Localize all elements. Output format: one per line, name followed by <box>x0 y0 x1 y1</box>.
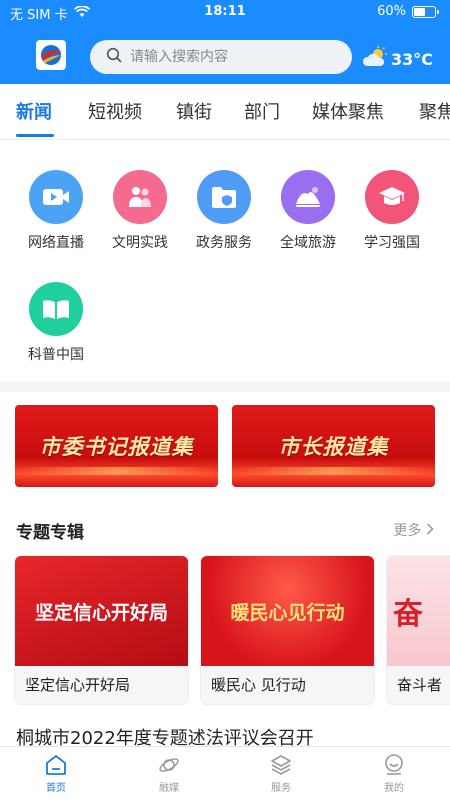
album-caption: 奋斗者 <box>387 666 450 704</box>
service-civilization[interactable]: 文明实践 <box>99 170 181 252</box>
tab-towns[interactable]: 镇街 <box>176 98 212 124</box>
mountain-icon <box>281 170 335 224</box>
banner-title: 市委书记报道集 <box>39 435 194 459</box>
service-live-stream[interactable]: 网络直播 <box>15 170 97 252</box>
service-tourism[interactable]: 全域旅游 <box>267 170 349 252</box>
nav-services[interactable]: 服务 <box>251 753 311 794</box>
service-label: 全域旅游 <box>280 235 336 251</box>
more-label: 更多 <box>393 523 422 539</box>
app-header: 33°C <box>0 26 450 84</box>
album-card[interactable]: 坚定信心开好局 坚定信心开好局 <box>15 556 188 704</box>
tab-focus[interactable]: 聚焦 <box>419 98 450 124</box>
section-divider <box>0 382 450 392</box>
service-label: 科普中国 <box>28 347 84 363</box>
chevron-right-icon <box>426 523 434 539</box>
section-title: 专题专辑 <box>16 523 84 543</box>
layers-icon <box>271 755 291 775</box>
service-label: 学习强国 <box>364 235 420 251</box>
video-icon <box>29 170 83 224</box>
book-icon <box>29 282 83 336</box>
banner-title: 市长报道集 <box>278 435 389 459</box>
service-study[interactable]: 学习强国 <box>351 170 433 252</box>
nav-label: 服务 <box>271 783 291 794</box>
category-tabs: 新闻 短视频 镇街 部门 媒体聚焦 聚焦 <box>0 84 450 140</box>
tab-short-video[interactable]: 短视频 <box>88 98 142 124</box>
partly-cloudy-icon <box>362 46 388 72</box>
tab-news[interactable]: 新闻 <box>16 98 52 124</box>
home-icon <box>46 755 66 775</box>
nav-home[interactable]: 首页 <box>26 753 86 794</box>
album-cover: 奋 <box>387 556 450 666</box>
battery-fill <box>414 7 426 16</box>
tab-media-focus[interactable]: 媒体聚焦 <box>312 98 384 124</box>
service-science[interactable]: 科普中国 <box>15 282 97 364</box>
service-label: 政务服务 <box>196 235 252 251</box>
nav-media[interactable]: 融媒 <box>139 753 199 794</box>
orbit-icon <box>159 758 179 772</box>
album-caption: 坚定信心开好局 <box>15 666 188 704</box>
nav-label: 融媒 <box>159 783 179 794</box>
album-cover-text: 奋 <box>393 597 423 632</box>
battery-icon <box>412 5 439 18</box>
battery-percent: 60% <box>377 4 406 19</box>
album-card[interactable]: 奋 奋斗者 <box>387 556 450 704</box>
service-label: 网络直播 <box>28 235 84 251</box>
banner-secretary-reports[interactable]: 市委书记报道集 <box>15 405 218 487</box>
search-icon <box>106 47 122 67</box>
smiley-user-icon <box>385 754 403 775</box>
nav-label: 我的 <box>384 783 404 794</box>
app-logo[interactable] <box>36 40 66 70</box>
album-cover: 暖民心见行动 <box>201 556 374 666</box>
search-bar[interactable] <box>90 40 352 74</box>
nav-profile[interactable]: 我的 <box>364 753 424 794</box>
bottom-nav: 首页 融媒 服务 我的 <box>0 746 450 800</box>
status-bar: 无 SIM 卡 18:11 60% <box>0 0 450 26</box>
banner-mayor-reports[interactable]: 市长报道集 <box>232 405 435 487</box>
graduation-cap-icon <box>365 170 419 224</box>
album-cover-text: 坚定信心开好局 <box>34 601 168 624</box>
album-cover: 坚定信心开好局 <box>15 556 188 666</box>
service-government[interactable]: 政务服务 <box>183 170 265 252</box>
service-label: 文明实践 <box>112 235 168 251</box>
album-card[interactable]: 暖民心见行动 暖民心 见行动 <box>201 556 374 704</box>
album-caption: 暖民心 见行动 <box>201 666 374 704</box>
weather-temp: 33°C <box>391 49 434 69</box>
more-link[interactable]: 更多 <box>394 520 434 540</box>
album-cover-text: 暖民心见行动 <box>230 601 345 624</box>
folder-shield-icon <box>197 170 251 224</box>
status-right: 60% <box>377 4 439 19</box>
tab-departments[interactable]: 部门 <box>244 98 280 124</box>
weather-widget[interactable]: 33°C <box>362 46 433 72</box>
search-input[interactable] <box>130 49 330 65</box>
people-icon <box>113 170 167 224</box>
nav-label: 首页 <box>46 783 66 794</box>
active-tab-indicator <box>16 134 54 137</box>
